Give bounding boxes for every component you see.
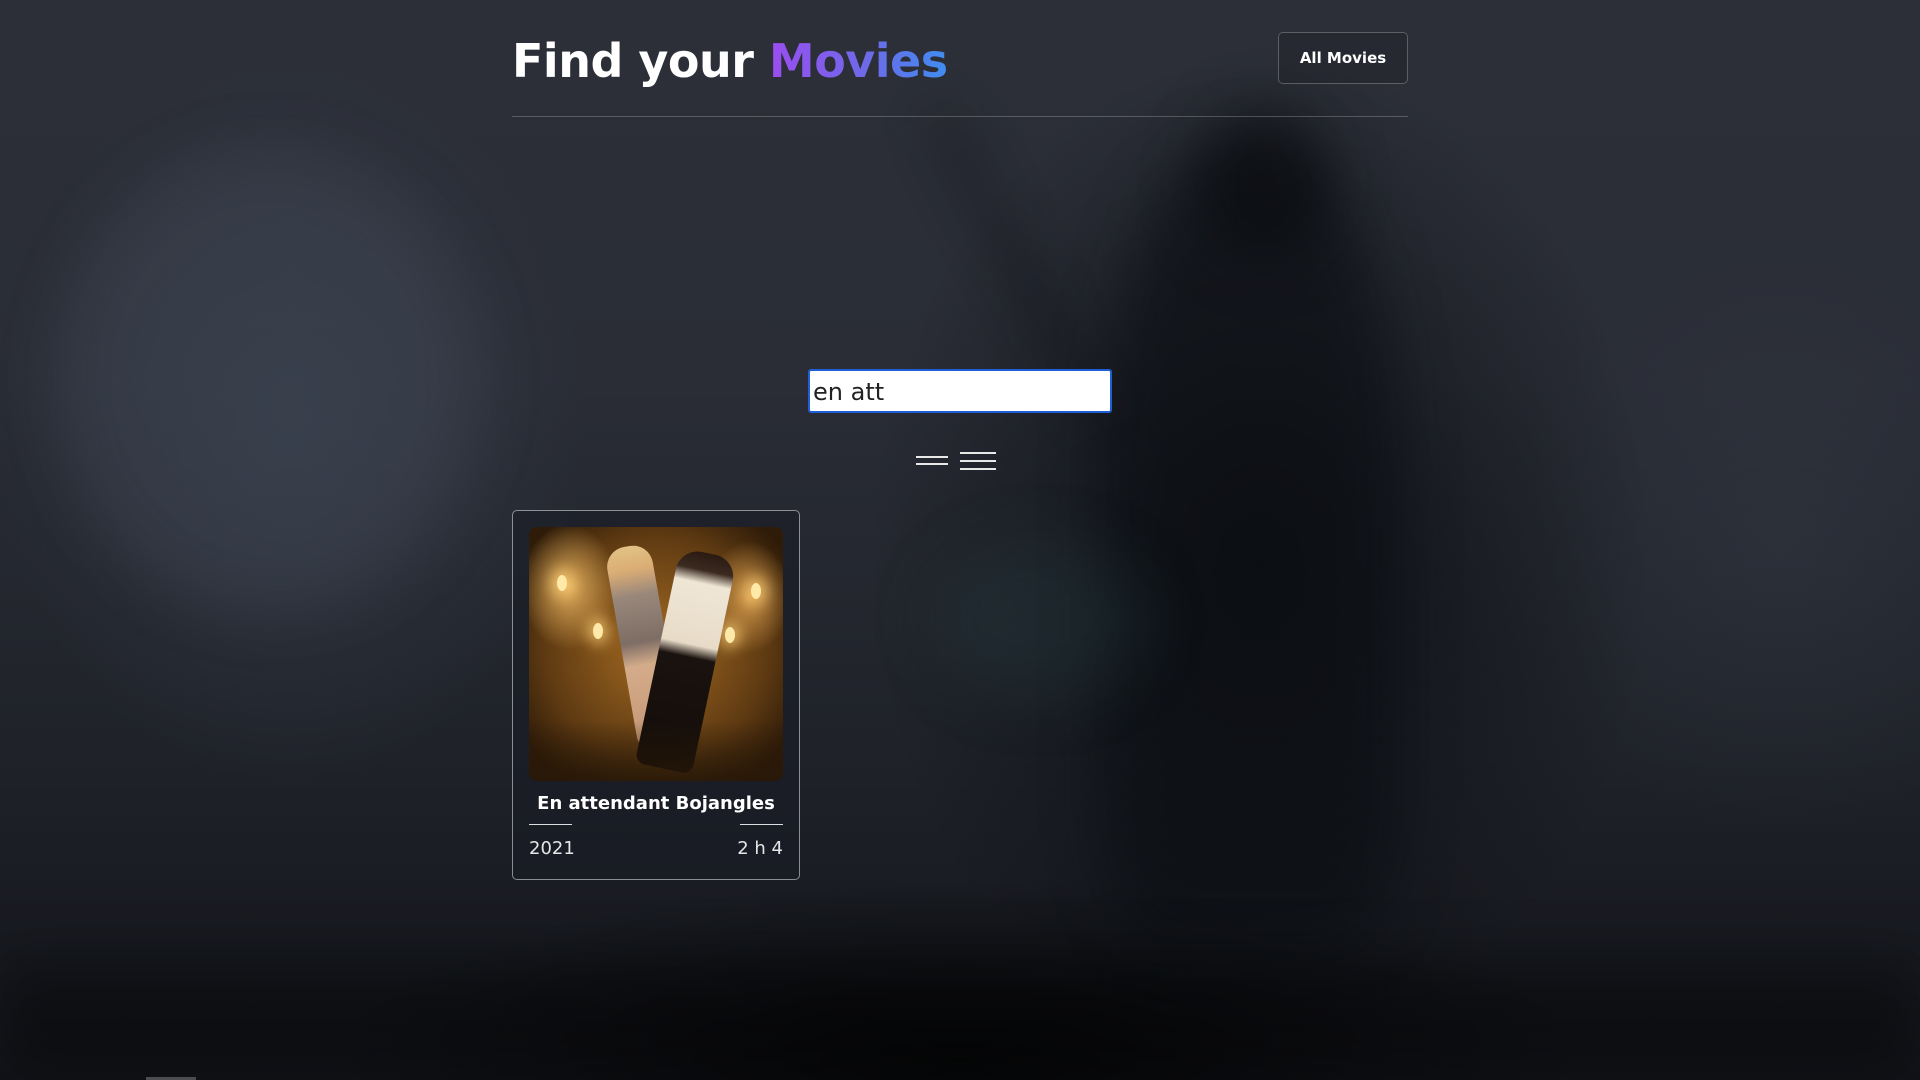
divider <box>529 824 572 825</box>
movie-title: En attendant Bojangles <box>537 793 775 814</box>
title-accent: Movies <box>768 34 948 88</box>
header: Find your Movies All Movies <box>512 0 1408 117</box>
all-movies-button[interactable]: All Movies <box>1278 32 1408 84</box>
movie-card[interactable]: En attendant Bojangles 2021 2 h 4 <box>512 510 800 880</box>
background-backdrop <box>0 0 1920 1080</box>
search-input[interactable] <box>808 369 1112 413</box>
movie-poster <box>529 527 783 781</box>
page-title: Find your Movies <box>512 30 948 92</box>
page-container: Find your Movies All Movies <box>512 0 1408 117</box>
two-lines-icon[interactable] <box>916 450 948 474</box>
divider <box>740 824 783 825</box>
movie-year: 2021 <box>529 838 575 859</box>
search-container <box>808 369 1112 413</box>
movie-duration: 2 h 4 <box>737 838 783 859</box>
three-lines-icon[interactable] <box>960 450 996 474</box>
title-prefix: Find your <box>512 34 754 88</box>
